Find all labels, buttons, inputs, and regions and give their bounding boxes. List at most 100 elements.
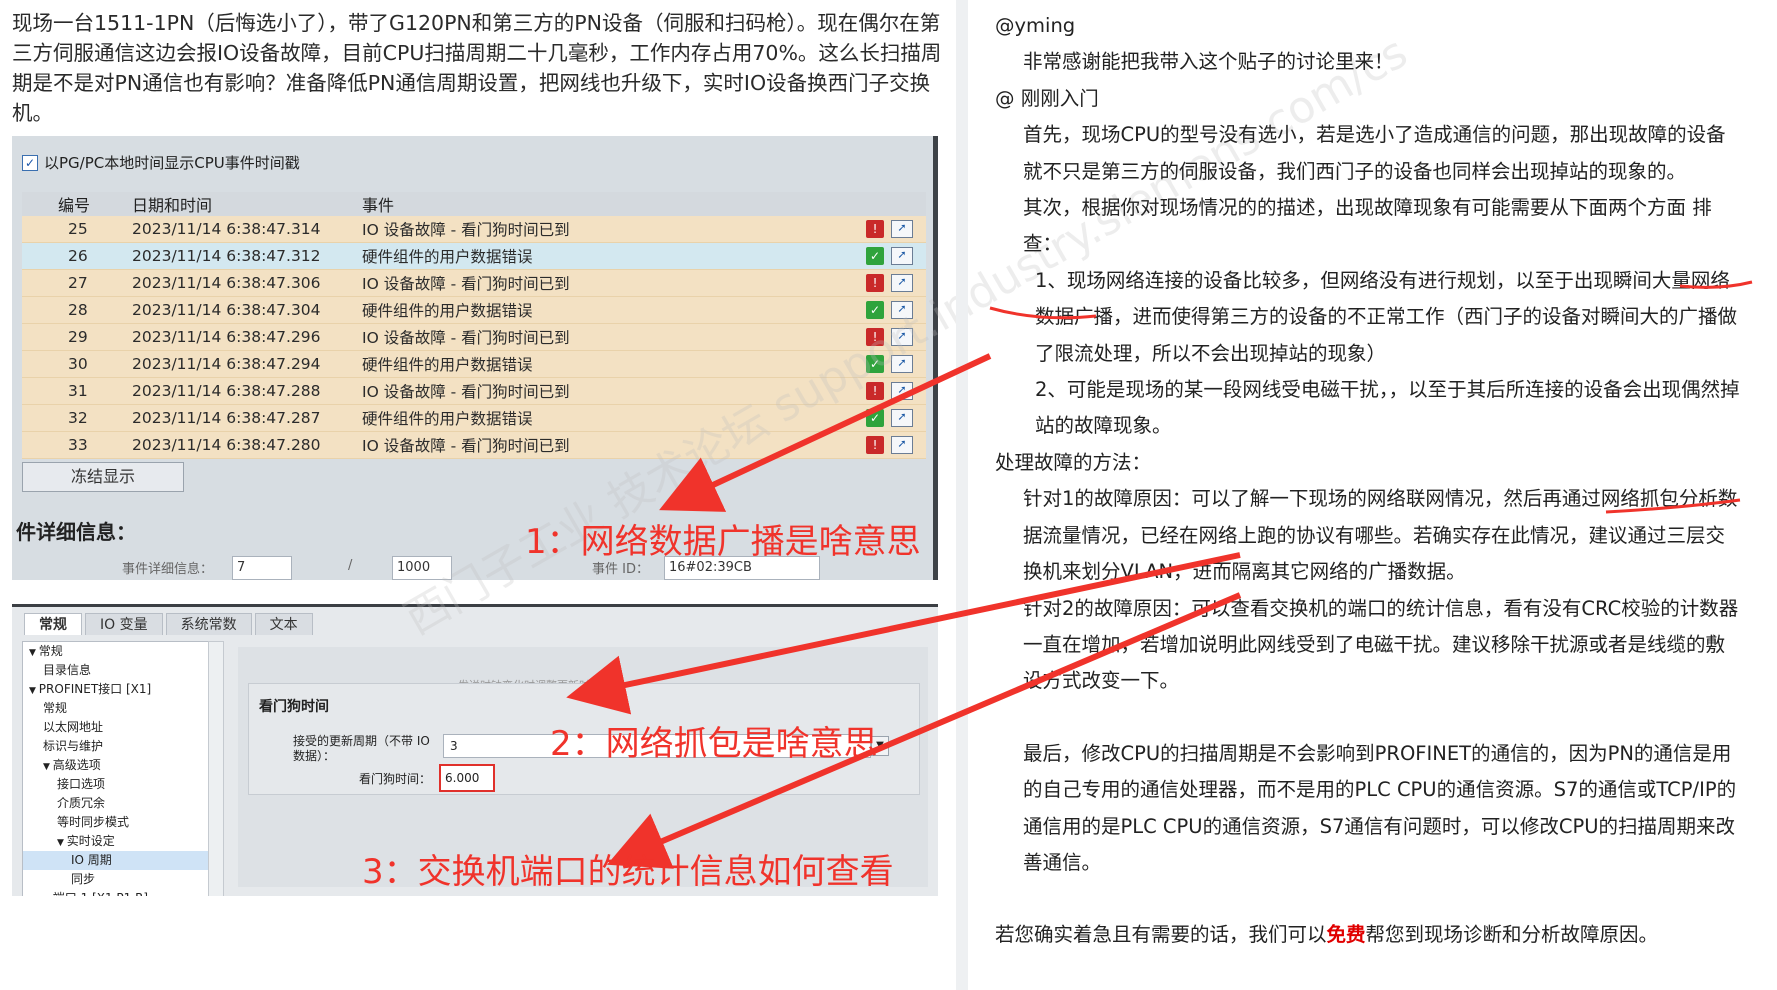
open-in-editor-icon[interactable]: ➚	[891, 328, 913, 346]
tree-item-label: 实时设定	[66, 834, 115, 848]
event-datetime: 2023/11/14 6:38:47.296	[132, 328, 321, 346]
tree-item[interactable]: 目录信息	[23, 661, 221, 680]
update-cycle-label: 接受的更新周期（不带 IO 数据）：	[293, 734, 430, 763]
tree-item[interactable]: ▼ 高级选项	[23, 756, 221, 775]
tree-item-label: 标识与维护	[43, 739, 104, 753]
tree-item-label: 目录信息	[43, 663, 92, 677]
open-in-editor-icon[interactable]: ➚	[891, 274, 913, 292]
event-table-header: 编号 日期和时间 事件	[22, 192, 926, 216]
free-highlight: 免费	[1326, 923, 1366, 947]
detail-label: 事件详细信息：	[122, 562, 214, 577]
detail-value-field[interactable]: 7	[232, 556, 292, 580]
event-num: 32	[68, 409, 88, 427]
tree-item[interactable]: ▶ 端口 1 [X1 P1 R]	[23, 889, 221, 896]
tree-item[interactable]: 常规	[23, 699, 221, 718]
answer-paragraph-8: 最后，修改CPU的扫描周期是不会影响到PROFINET的通信的，因为PN的通信是…	[1023, 741, 1737, 874]
tree-item[interactable]: 接口选项	[23, 775, 221, 794]
tree-item[interactable]: 以太网地址	[23, 718, 221, 737]
event-text: IO 设备故障 - 看门狗时间已到	[362, 383, 570, 401]
event-text: 硬件组件的用户数据错误	[362, 356, 533, 374]
tab-system-constants[interactable]: 系统常数	[165, 613, 252, 635]
mention-user[interactable]: @yming	[995, 8, 1740, 44]
tree-item[interactable]: ▼ 常规	[23, 642, 221, 661]
chevron-right-icon[interactable]: ▶	[43, 895, 53, 896]
event-icons: ✓ ➚	[866, 247, 926, 265]
annotation-1: 1：网络数据广播是啥意思	[525, 522, 921, 562]
open-in-editor-icon[interactable]: ➚	[891, 220, 913, 238]
open-in-editor-icon[interactable]: ➚	[891, 247, 913, 265]
error-status-icon: !	[866, 436, 884, 454]
event-row[interactable]: 26 2023/11/14 6:38:47.312 硬件组件的用户数据错误 ✓ ➚	[22, 243, 926, 270]
tree-item-label: 同步	[71, 872, 96, 886]
thanks-line: 非常感谢能把我带入这个贴子的讨论里来！	[1023, 50, 1394, 74]
tree-item[interactable]: 介质冗余	[23, 794, 221, 813]
pane-divider	[956, 0, 968, 990]
answer-post: @yming 非常感谢能把我带入这个贴子的讨论里来！ @ 刚刚入门 首先，现场C…	[995, 8, 1740, 954]
tree-item-label: PROFINET接口 [X1]	[38, 682, 152, 696]
event-icons: ✓ ➚	[866, 301, 926, 319]
event-text: IO 设备故障 - 看门狗时间已到	[362, 221, 570, 239]
error-status-icon: !	[866, 220, 884, 238]
open-in-editor-icon[interactable]: ➚	[891, 409, 913, 427]
event-num: 28	[68, 301, 88, 319]
tree-item[interactable]: ▼ PROFINET接口 [X1]	[23, 680, 221, 699]
event-text: IO 设备故障 - 看门狗时间已到	[362, 437, 570, 455]
open-in-editor-icon[interactable]: ➚	[891, 382, 913, 400]
closing-before: 若您确实着急且有需要的话，我们可以	[995, 923, 1327, 947]
tree-item[interactable]: 标识与维护	[23, 737, 221, 756]
tree-item[interactable]: 等时同步模式	[23, 813, 221, 832]
event-datetime: 2023/11/14 6:38:47.280	[132, 436, 321, 454]
detail-total-field[interactable]: 1000	[392, 556, 452, 580]
event-icons: ! ➚	[866, 436, 926, 454]
event-num: 33	[68, 436, 88, 454]
event-row[interactable]: 30 2023/11/14 6:38:47.294 硬件组件的用户数据错误 ✓ ➚	[22, 351, 926, 378]
detail-separator: /	[348, 558, 353, 573]
watchdog-input[interactable]: 6.000	[439, 764, 495, 792]
tree-item[interactable]: IO 周期	[23, 851, 221, 870]
ok-status-icon: ✓	[866, 355, 884, 373]
event-row[interactable]: 31 2023/11/14 6:38:47.288 IO 设备故障 - 看门狗时间已…	[22, 378, 926, 405]
tab-io-tags[interactable]: IO 变量	[85, 613, 163, 635]
event-icons: ! ➚	[866, 328, 926, 346]
chevron-down-icon[interactable]: ▼	[43, 762, 53, 772]
event-row[interactable]: 33 2023/11/14 6:38:47.280 IO 设备故障 - 看门狗时间已…	[22, 432, 926, 459]
open-in-editor-icon[interactable]: ➚	[891, 301, 913, 319]
event-datetime: 2023/11/14 6:38:47.288	[132, 382, 321, 400]
mention-user-2[interactable]: @ 刚刚入门	[995, 81, 1740, 117]
answer-paragraph-3: 1、现场网络连接的设备比较多，但网络没有进行规划，以至于出现瞬间大量网络数据广播…	[1035, 268, 1738, 365]
answer-paragraph-6: 针对1的故障原因：可以了解一下现场的网络联网情况，然后再通过网络抓包分析数据流量…	[1023, 487, 1738, 584]
open-in-editor-icon[interactable]: ➚	[891, 355, 913, 373]
event-num: 26	[68, 247, 88, 265]
event-row[interactable]: 29 2023/11/14 6:38:47.296 IO 设备故障 - 看门狗时间已…	[22, 324, 926, 351]
tab-texts[interactable]: 文本	[254, 613, 313, 635]
event-text: IO 设备故障 - 看门狗时间已到	[362, 275, 570, 293]
freeze-display-button[interactable]: 冻结显示	[22, 462, 184, 492]
chevron-down-icon[interactable]: ▼	[29, 686, 39, 696]
error-status-icon: !	[866, 382, 884, 400]
event-row[interactable]: 32 2023/11/14 6:38:47.287 硬件组件的用户数据错误 ✓ ➚	[22, 405, 926, 432]
event-text: 硬件组件的用户数据错误	[362, 248, 533, 266]
closing-after: 帮您到现场诊断和分析故障原因。	[1365, 923, 1659, 947]
open-in-editor-icon[interactable]: ➚	[891, 436, 913, 454]
event-row[interactable]: 25 2023/11/14 6:38:47.314 IO 设备故障 - 看门狗时间已…	[22, 216, 926, 243]
answer-methods-heading: 处理故障的方法：	[995, 450, 1152, 474]
event-icons: ✓ ➚	[866, 355, 926, 373]
event-datetime: 2023/11/14 6:38:47.294	[132, 355, 321, 373]
chevron-down-icon[interactable]: ▼	[29, 648, 39, 658]
tab-general[interactable]: 常规	[24, 613, 82, 635]
watchdog-label: 看门狗时间：	[359, 772, 432, 786]
annotation-3: 3：交换机端口的统计信息如何查看	[362, 852, 894, 892]
local-time-checkbox-row[interactable]: ✓ 以PG/PC本地时间显示CPU事件时间戳	[22, 152, 300, 173]
tree-item[interactable]: 同步	[23, 870, 221, 889]
event-row[interactable]: 27 2023/11/14 6:38:47.306 IO 设备故障 - 看门狗时间已…	[22, 270, 926, 297]
chevron-down-icon[interactable]: ▼	[57, 838, 67, 848]
tree-item[interactable]: ▼ 实时设定	[23, 832, 221, 851]
event-datetime: 2023/11/14 6:38:47.312	[132, 247, 321, 265]
event-row[interactable]: 28 2023/11/14 6:38:47.304 硬件组件的用户数据错误 ✓ ➚	[22, 297, 926, 324]
tree-scrollbar[interactable]	[208, 641, 224, 896]
tree-item-label: IO 周期	[71, 853, 112, 867]
checkbox-checked-icon[interactable]: ✓	[22, 154, 38, 171]
event-icons: ! ➚	[866, 382, 926, 400]
navigation-tree: ▼ 常规 目录信息 ▼ PROFINET接口 [X1] 常规 以太网地址 标识与维护 ▼ 高…	[22, 641, 222, 896]
